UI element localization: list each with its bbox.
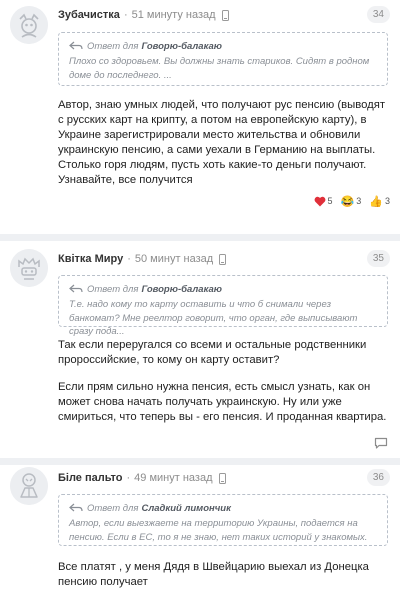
quote-text: Автор, если выезжаете на территорию Укра… (69, 518, 368, 543)
author-name[interactable]: Біле пальто (58, 472, 123, 484)
quoted-reply[interactable]: Ответ для Говорю-балакаю Т.е. надо кому … (58, 275, 388, 337)
avatar[interactable] (10, 467, 48, 505)
quote-prefix: Ответ для (87, 502, 139, 514)
reaction-heart[interactable]: 5 (314, 196, 333, 207)
quote-recipient[interactable]: Говорю-балакаю (141, 284, 222, 295)
meta-separator: · (127, 253, 131, 265)
meta-separator: · (126, 472, 131, 484)
comment-number-badge: 35 (366, 250, 390, 267)
comment-number-badge: 34 (366, 6, 390, 23)
quote-text: Плохо со здоровьем. Вы должны знать стар… (69, 56, 370, 81)
speech-bubble-icon (374, 437, 388, 449)
meta-separator: · (123, 9, 128, 21)
mobile-device-icon (221, 9, 229, 21)
avatar-image (10, 467, 48, 505)
comment-number-badge: 36 (366, 469, 390, 486)
mobile-device-icon (219, 253, 227, 265)
quote-prefix: Ответ для (87, 283, 139, 295)
reply-arrow-icon (69, 503, 83, 513)
comment-paragraph: Все платят , у меня Дядя в Швейцарию вые… (58, 561, 369, 588)
quoted-reply[interactable]: Ответ для Сладкий лимончик Автор, если в… (58, 494, 388, 546)
quote-text: Т.е. надо кому то карту оставить и что б… (69, 299, 358, 337)
avatar-image (10, 6, 48, 44)
quoted-reply[interactable]: Ответ для Говорю-балакаю Плохо со здоров… (58, 32, 388, 86)
author-name[interactable]: Квітка Миру (58, 253, 123, 265)
comment-body: Так если переругался со всеми и остальны… (58, 338, 392, 425)
quote-prefix: Ответ для (87, 40, 139, 52)
laughing-face-icon: 😂 (340, 195, 355, 208)
comment-body: Автор, знаю умных людей, что получают ру… (58, 98, 392, 188)
thumbs-up-icon: 👍 (369, 195, 383, 208)
comment-body: Все платят , у меня Дядя в Швейцарию вые… (58, 560, 392, 590)
reaction-count: 3 (384, 196, 390, 206)
reaction-thumbs-up[interactable]: 👍 3 (369, 195, 390, 208)
reaction-count: 3 (356, 196, 362, 206)
reply-button[interactable] (374, 437, 388, 449)
quote-recipient[interactable]: Сладкий лимончик (141, 503, 230, 514)
avatar[interactable] (10, 6, 48, 44)
heart-icon (314, 196, 325, 206)
mobile-device-icon (218, 472, 226, 484)
avatar[interactable] (10, 249, 48, 287)
comment-36: Біле пальто · 49 минут назад 36 Ответ дл… (0, 465, 400, 597)
reactions-bar: 5 😂 3 👍 3 (314, 194, 390, 208)
avatar-image (10, 249, 48, 287)
reaction-laugh[interactable]: 😂 3 (341, 195, 362, 208)
comment-paragraph: Автор, знаю умных людей, что получают ру… (58, 99, 386, 186)
comment-time: 50 минут назад (134, 253, 214, 265)
comment-separator (0, 458, 400, 465)
quote-recipient[interactable]: Говорю-балакаю (141, 41, 222, 52)
comment-separator (0, 234, 400, 241)
author-name[interactable]: Зубачистка (58, 9, 120, 21)
comment-35: Квітка Миру · 50 минут назад 35 Ответ дл… (0, 241, 400, 458)
comment-34: Зубачистка · 51 минуту назад 34 Ответ дл… (0, 0, 400, 232)
reply-arrow-icon (69, 41, 83, 51)
reply-arrow-icon (69, 284, 83, 294)
reaction-count: 5 (327, 196, 333, 206)
comment-paragraph: Так если переругался со всеми и остальны… (58, 339, 367, 366)
comment-time: 51 минуту назад (131, 9, 216, 21)
comment-time: 49 минут назад (134, 472, 213, 484)
comment-paragraph: Если прям сильно нужна пенсия, есть смыс… (58, 381, 387, 423)
